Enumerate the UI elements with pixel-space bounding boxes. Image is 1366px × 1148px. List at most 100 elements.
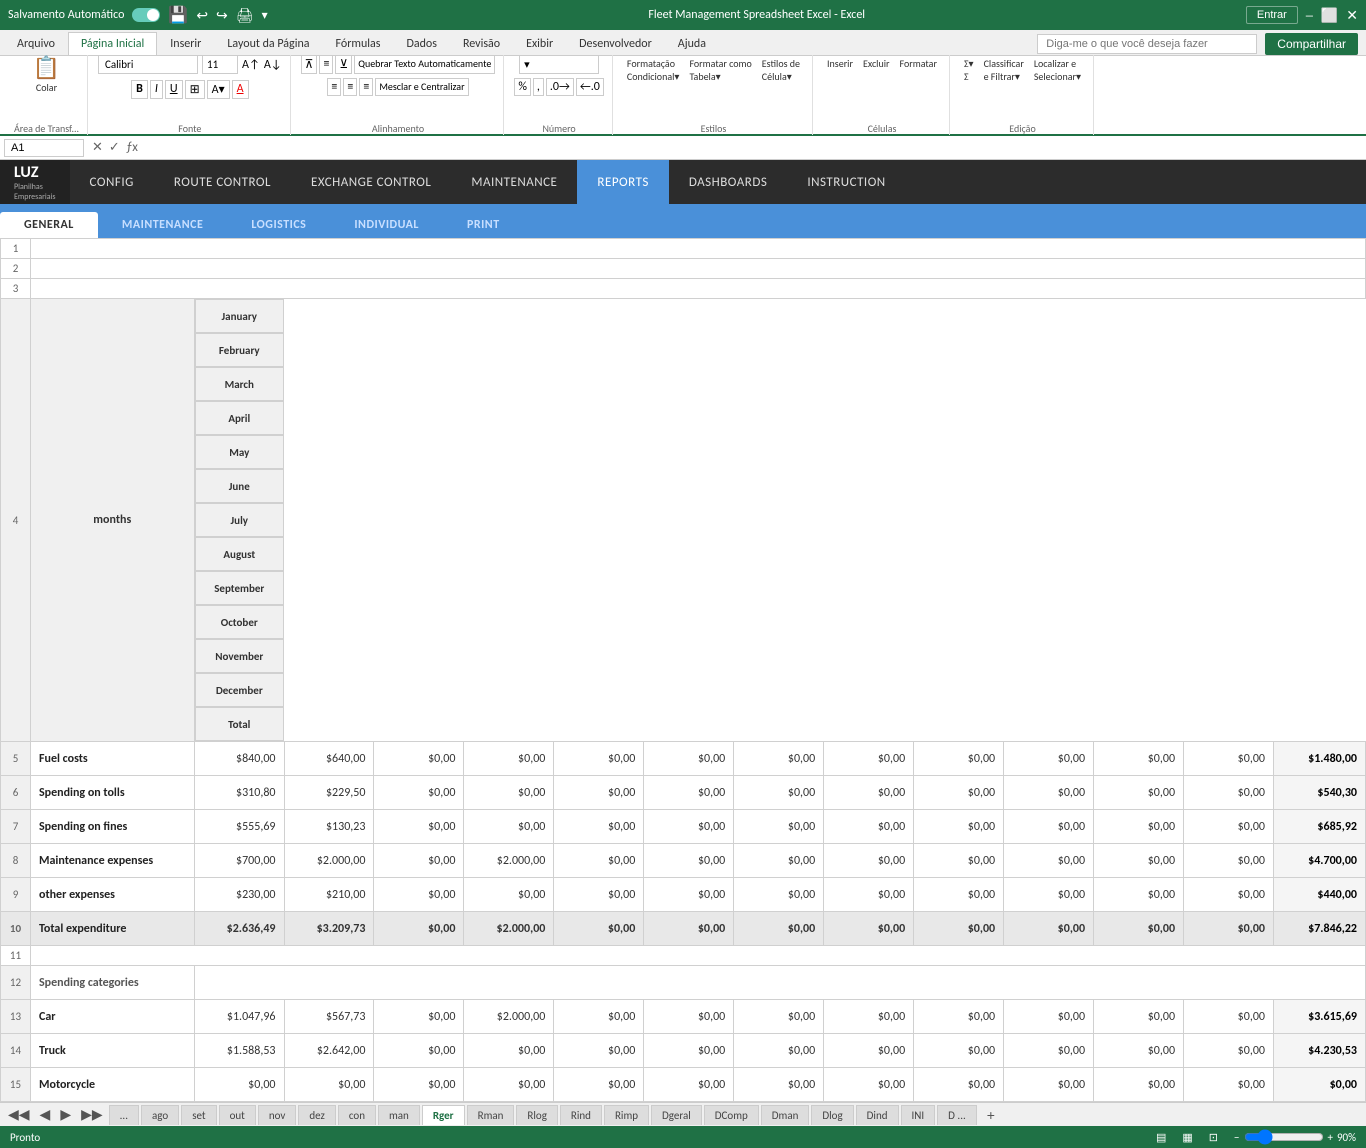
increase-decimal-button[interactable]: .0→ (546, 78, 574, 96)
val-fuel-oct[interactable]: $0,00 (1004, 742, 1094, 776)
insert-cells-button[interactable]: Inserir (823, 55, 857, 72)
val-tolls-feb[interactable]: $229,50 (284, 776, 374, 810)
search-input[interactable] (1037, 34, 1257, 54)
align-top-button[interactable]: ⊼ (301, 55, 318, 74)
align-middle-button[interactable]: ≡ (319, 55, 333, 74)
sheet-tab-rlog[interactable]: Rlog (516, 1105, 557, 1125)
sheet-tab-ini[interactable]: INI (901, 1105, 936, 1125)
nav-item-instruction[interactable]: INSTRUCTION (787, 160, 905, 204)
shrink-font-icon[interactable]: A↓ (264, 58, 282, 72)
zoom-in-button[interactable]: + (1328, 1131, 1333, 1144)
sub-tab-maintenance[interactable]: MAINTENANCE (98, 212, 227, 238)
zoom-slider[interactable] (1244, 1129, 1324, 1145)
tab-exibir[interactable]: Exibir (513, 32, 566, 55)
grow-font-icon[interactable]: A↑ (242, 58, 260, 72)
val-tolls-total[interactable]: $540,30 (1273, 776, 1365, 810)
toggle-autosave[interactable] (132, 8, 160, 22)
label-motorcycle[interactable]: Motorcycle (31, 1068, 195, 1102)
val-fuel-aug[interactable]: $0,00 (824, 742, 914, 776)
val-fuel-dec[interactable]: $0,00 (1184, 742, 1274, 776)
restore-icon[interactable]: ⬜ (1321, 7, 1338, 24)
label-fines[interactable]: Spending on fines (31, 810, 195, 844)
val-fuel-jan[interactable]: $840,00 (194, 742, 284, 776)
insert-function-icon[interactable]: ƒx (126, 140, 138, 155)
merge-center-button[interactable]: Mesclar e Centralizar (375, 78, 468, 96)
nav-item-dashboards[interactable]: DASHBOARDS (669, 160, 788, 204)
share-button[interactable]: Compartilhar (1265, 33, 1358, 55)
align-bottom-button[interactable]: ⊻ (335, 55, 352, 74)
add-sheet-button[interactable]: + (983, 1105, 999, 1125)
tab-layout[interactable]: Layout da Página (214, 32, 322, 55)
conditional-format-button[interactable]: FormataçãoCondicional▾ (623, 55, 684, 85)
minimize-icon[interactable]: ─ (1306, 7, 1313, 24)
label-tolls[interactable]: Spending on tolls (31, 776, 195, 810)
nav-item-route-control[interactable]: ROUTE CONTROL (154, 160, 291, 204)
sheet-tab-dgeral[interactable]: Dgeral (651, 1105, 702, 1125)
sheet-tab-rman[interactable]: Rman (467, 1105, 515, 1125)
sheet-tab-rger[interactable]: Rger (422, 1105, 465, 1125)
val-fuel-jul[interactable]: $0,00 (734, 742, 824, 776)
label-other-expenses[interactable]: other expenses (31, 878, 195, 912)
delete-cells-button[interactable]: Excluir (859, 55, 894, 72)
sheet-nav-prev[interactable]: ◀ (36, 1104, 55, 1125)
align-left-button[interactable]: ≡ (327, 78, 341, 96)
label-maintenance[interactable]: Maintenance expenses (31, 844, 195, 878)
view-normal-icon[interactable]: ▤ (1156, 1131, 1166, 1144)
align-right-button[interactable]: ≡ (359, 78, 373, 96)
sub-tab-logistics[interactable]: LOGISTICS (227, 212, 330, 238)
paste-button[interactable]: 📋 Colar (29, 55, 64, 96)
cancel-formula-icon[interactable]: ✕ (92, 140, 103, 155)
val-total-expenditure[interactable]: $7.846,22 (1273, 912, 1365, 946)
name-box[interactable]: A1 (4, 139, 84, 157)
align-center-button[interactable]: ≡ (343, 78, 357, 96)
sheet-tab-rind[interactable]: Rind (560, 1105, 602, 1125)
view-layout-icon[interactable]: ▦ (1182, 1131, 1192, 1144)
tab-dados[interactable]: Dados (393, 32, 449, 55)
login-button[interactable]: Entrar (1246, 6, 1298, 24)
val-other-total[interactable]: $440,00 (1273, 878, 1365, 912)
percent-button[interactable]: % (514, 78, 531, 96)
format-cells-button[interactable]: Formatar (896, 55, 941, 72)
close-icon[interactable]: ✕ (1346, 7, 1358, 24)
label-total-expenditure[interactable]: Total expenditure (31, 912, 195, 946)
sheet-tab-ago[interactable]: ago (141, 1105, 179, 1125)
wrap-text-button[interactable]: Quebrar Texto Automaticamente (354, 55, 495, 74)
sheet-nav-first[interactable]: ◀◀ (4, 1104, 34, 1125)
undo-icon[interactable]: ↩ (196, 7, 208, 24)
sub-tab-general[interactable]: GENERAL (0, 212, 98, 238)
sheet-tab-dcomp[interactable]: DComp (704, 1105, 759, 1125)
number-format-box[interactable]: ▾ (519, 55, 599, 74)
autosum-button[interactable]: Σ▾Σ (960, 55, 978, 85)
sheet-tab-dman[interactable]: Dman (761, 1105, 810, 1125)
val-motorcycle-total[interactable]: $0,00 (1273, 1068, 1365, 1102)
nav-item-exchange-control[interactable]: EXCHANGE CONTROL (291, 160, 451, 204)
italic-button[interactable]: I (150, 80, 163, 99)
cell-styles-button[interactable]: Estilos deCélula▾ (758, 55, 804, 85)
decrease-decimal-button[interactable]: ←.0 (576, 78, 604, 96)
save-icon[interactable]: 💾 (168, 5, 188, 25)
val-tolls-jan[interactable]: $310,80 (194, 776, 284, 810)
val-fuel-mar[interactable]: $0,00 (374, 742, 464, 776)
sheet-tab-con[interactable]: con (338, 1105, 376, 1125)
val-fuel-total[interactable]: $1.480,00 (1273, 742, 1365, 776)
view-page-break-icon[interactable]: ⊡ (1209, 1131, 1218, 1144)
sheet-nav-last[interactable]: ▶▶ (77, 1104, 107, 1125)
tab-inserir[interactable]: Inserir (157, 32, 214, 55)
val-fines-total[interactable]: $685,92 (1273, 810, 1365, 844)
nav-item-maintenance[interactable]: MAINTENANCE (451, 160, 577, 204)
sheet-nav-next[interactable]: ▶ (56, 1104, 75, 1125)
sub-tab-print[interactable]: PRINT (443, 212, 524, 238)
tab-desenvolvedor[interactable]: Desenvolvedor (566, 32, 665, 55)
zoom-out-button[interactable]: − (1234, 1131, 1239, 1144)
font-color-button[interactable]: A (232, 80, 249, 99)
sub-tab-individual[interactable]: INDIVIDUAL (330, 212, 443, 238)
formula-input[interactable] (146, 142, 1362, 154)
val-fuel-apr[interactable]: $0,00 (464, 742, 554, 776)
sheet-tab-d-more[interactable]: D ... (937, 1105, 977, 1125)
redo-icon[interactable]: ↪ (216, 7, 228, 24)
nav-item-config[interactable]: CONFIG (70, 160, 154, 204)
label-truck[interactable]: Truck (31, 1034, 195, 1068)
print-icon[interactable]: 🖨 (236, 7, 254, 24)
sheet-tab-man[interactable]: man (378, 1105, 420, 1125)
thousands-button[interactable]: , (533, 78, 544, 96)
